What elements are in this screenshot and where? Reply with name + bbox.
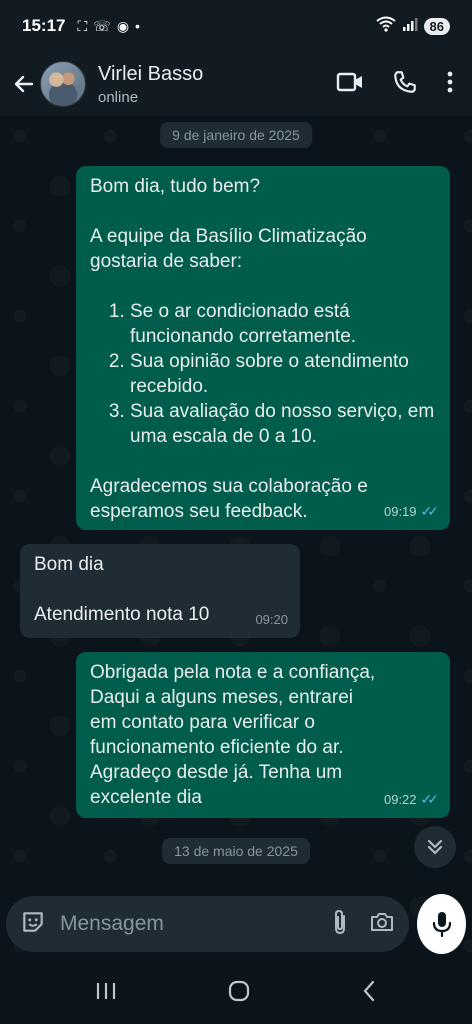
- wifi-icon: [375, 16, 396, 37]
- double-chevron-down-icon: [427, 839, 443, 855]
- composer: [0, 890, 472, 958]
- date-divider: 9 de janeiro de 2025: [160, 122, 312, 148]
- arrow-left-icon: [14, 75, 34, 93]
- missed-call-icon: ☏: [93, 17, 111, 34]
- message-meta: 09:20: [255, 607, 288, 632]
- message-meta: 09:22 ✓✓: [383, 787, 440, 812]
- phone-icon: [394, 70, 416, 93]
- read-receipt-icon: ✓✓: [420, 791, 440, 807]
- contact-info[interactable]: Virlei Basso online: [98, 63, 203, 106]
- more-vertical-icon: [447, 71, 453, 92]
- emoji-button[interactable]: [20, 909, 46, 940]
- message-text: Bom dia, tudo bem?: [90, 176, 261, 197]
- video-camera-icon: [336, 72, 362, 91]
- attach-button[interactable]: [331, 908, 349, 941]
- video-call-button[interactable]: [336, 71, 364, 98]
- messenger-icon: ◉: [116, 17, 130, 34]
- message-time: 09:20: [255, 612, 288, 627]
- message-text: A equipe da Basílio Climatização gostari…: [90, 226, 367, 272]
- screenshot-icon: ⛶: [77, 17, 88, 34]
- avatar[interactable]: [40, 61, 86, 107]
- chevron-left-icon: [363, 980, 375, 1001]
- message-text: Atendimento nota 10: [34, 604, 210, 625]
- recent-apps-icon: [96, 982, 116, 999]
- message-bubble-incoming[interactable]: Bom dia Atendimento nota 10 09:20: [20, 544, 300, 638]
- message-bubble-outgoing[interactable]: Bom dia, tudo bem? A equipe da Basílio C…: [76, 166, 450, 530]
- message-text: Bom dia: [34, 554, 104, 575]
- voice-call-button[interactable]: [392, 69, 418, 100]
- message-time: 09:19: [383, 504, 417, 519]
- message-bubble-outgoing[interactable]: Obrigada pela nota e a confiança, Daqui …: [76, 652, 450, 818]
- message-input-container[interactable]: [6, 896, 409, 952]
- home-button[interactable]: [227, 979, 251, 1008]
- contact-status: online: [98, 88, 139, 106]
- list-item: Sua avaliação do nosso serviço, em uma e…: [130, 399, 438, 449]
- status-bar: 15:17 ⛶ ☏ ◉ • 86: [0, 0, 472, 52]
- voice-message-button[interactable]: [417, 894, 466, 954]
- message-input[interactable]: [60, 912, 331, 936]
- sticker-icon: [23, 911, 43, 932]
- dot-icon: •: [135, 18, 140, 34]
- list-item: Se o ar condicionado está funcionando co…: [130, 299, 438, 349]
- paperclip-icon: [335, 909, 345, 934]
- chat-header: Virlei Basso online: [0, 52, 472, 116]
- message-text: Agradecemos sua colaboração e esperamos …: [90, 476, 368, 522]
- message-time: 09:22: [383, 792, 417, 807]
- message-meta: 09:19 ✓✓: [383, 499, 440, 524]
- notification-icons: ⛶ ☏ ◉ •: [77, 18, 139, 35]
- contact-name: Virlei Basso: [98, 62, 204, 85]
- camera-button[interactable]: [369, 911, 395, 938]
- signal-icon: [402, 16, 418, 36]
- menu-button[interactable]: [446, 70, 454, 99]
- microphone-icon: [432, 912, 451, 938]
- date-divider: 13 de maio de 2025: [162, 838, 310, 864]
- camera-icon: [371, 912, 393, 931]
- battery-indicator: 86: [423, 17, 450, 35]
- status-time: 15:17: [22, 16, 66, 35]
- home-icon: [228, 980, 250, 1001]
- recent-apps-button[interactable]: [95, 981, 117, 1006]
- message-text: Obrigada pela nota e a confiança, Daqui …: [90, 662, 376, 808]
- message-list: Se o ar condicionado está funcionando co…: [90, 299, 438, 449]
- back-nav-button[interactable]: [361, 979, 377, 1008]
- chat-area[interactable]: 9 de janeiro de 2025 Bom dia, tudo bem? …: [0, 116, 472, 952]
- read-receipt-icon: ✓✓: [420, 503, 440, 519]
- system-navigation-bar: [0, 962, 472, 1024]
- scroll-to-bottom-button[interactable]: [414, 826, 456, 868]
- list-item: Sua opinião sobre o atendimento recebido…: [130, 349, 438, 399]
- back-button[interactable]: [4, 64, 44, 104]
